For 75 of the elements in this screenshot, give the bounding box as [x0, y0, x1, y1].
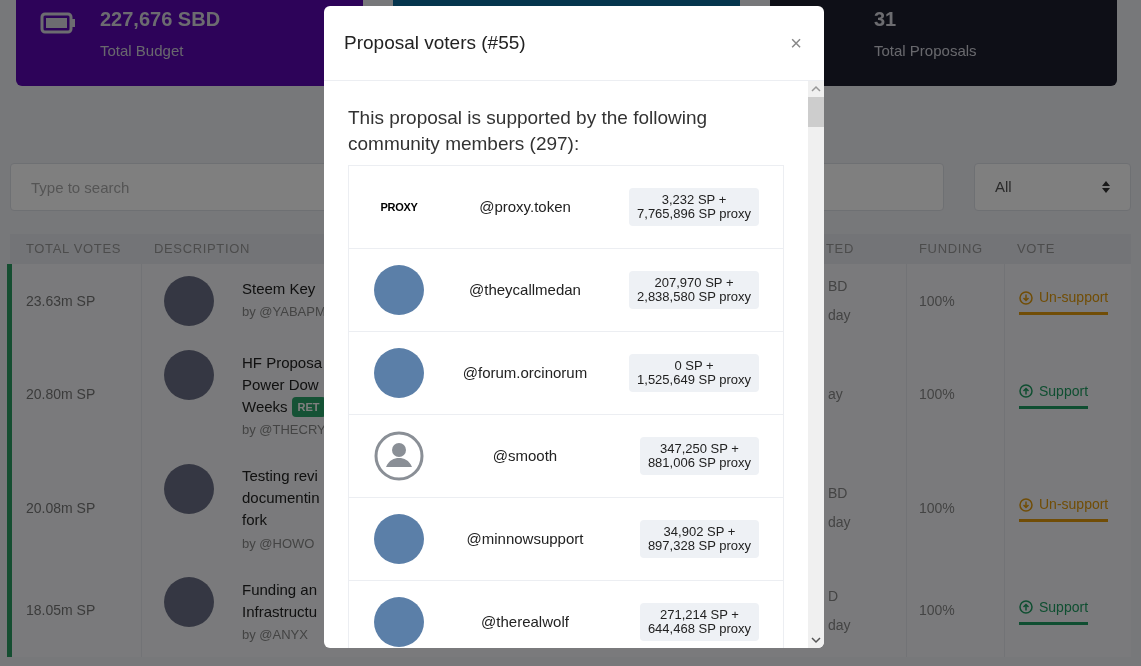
- avatar-photo-placeholder: [374, 265, 424, 315]
- proposal-title: Weeks: [242, 396, 288, 417]
- proposal-title: HF Proposa: [242, 352, 323, 373]
- sort-caret-icon: [1102, 181, 1110, 193]
- status-badge: RET: [291, 396, 326, 418]
- avatar-photo-placeholder: [374, 514, 424, 564]
- down-arrow-circle-icon: [1019, 497, 1033, 512]
- avatar-photo-placeholder: [374, 348, 424, 398]
- funding-value: 100%: [919, 601, 955, 621]
- up-arrow-circle-icon: [1019, 384, 1033, 399]
- proposal-author: by @YABAPM: [242, 303, 326, 321]
- filter-select[interactable]: All: [974, 163, 1131, 211]
- own-stake: 347,250 SP +: [659, 442, 739, 456]
- voter-name[interactable]: @theycallmedan: [469, 278, 581, 302]
- avatar-photo-placeholder: [164, 463, 214, 514]
- close-button[interactable]: ×: [788, 28, 804, 58]
- proxy-stake: 1,525,649 SP proxy: [637, 373, 751, 387]
- proposal-title: Infrastructu: [242, 601, 318, 622]
- proposal-title: Steem Key: [242, 278, 316, 299]
- proposal-author: by @THECRY: [242, 421, 326, 439]
- voter-name[interactable]: @proxy.token: [479, 195, 571, 219]
- proxy-stake: 2,838,580 SP proxy: [637, 290, 751, 304]
- funding-value: 100%: [919, 385, 955, 405]
- proposal-author: by @ANYX: [242, 626, 309, 644]
- daily-pay-text: day: [828, 513, 852, 533]
- proposal-title: Power Dow: [242, 374, 319, 395]
- scrollbar[interactable]: [808, 81, 824, 648]
- stat-value: 31: [874, 7, 898, 32]
- proposal-title: Testing revi: [242, 466, 318, 487]
- stat-label: Total Budget: [100, 41, 185, 61]
- avatar-photo-placeholder: [164, 276, 214, 326]
- proxy-stake: 644,468 SP proxy: [647, 622, 751, 636]
- funding-value: 100%: [919, 291, 955, 311]
- up-arrow-circle-icon: [1019, 600, 1033, 615]
- daily-pay-text: day: [828, 306, 852, 325]
- proposal-title: fork: [242, 510, 267, 531]
- down-arrow-circle-icon: [1019, 290, 1033, 305]
- user-silhouette-icon: [374, 431, 424, 481]
- daily-pay-text: BD: [828, 277, 849, 296]
- daily-pay-text: day: [828, 615, 852, 635]
- proxy-stake: 881,006 SP proxy: [647, 456, 751, 470]
- battery-icon: [40, 12, 76, 34]
- avatar-photo-placeholder: [164, 350, 214, 400]
- voter-name[interactable]: @smooth: [492, 444, 558, 468]
- proxy-stake: 7,765,896 SP proxy: [637, 207, 751, 221]
- scroll-thumb[interactable]: [808, 97, 824, 127]
- total-votes: 20.80m SP: [26, 385, 96, 405]
- logo-text: PROXY: [380, 199, 418, 215]
- own-stake: 3,232 SP +: [661, 193, 727, 207]
- own-stake: 271,214 SP +: [659, 608, 739, 622]
- scroll-down-icon: [811, 635, 821, 645]
- total-votes: 23.63m SP: [26, 291, 96, 311]
- daily-pay-text: BD: [828, 484, 849, 504]
- voter-name[interactable]: @minnowsupport: [466, 527, 584, 551]
- total-votes: 20.08m SP: [26, 498, 96, 518]
- proposal-author: by @HOWO: [242, 534, 316, 553]
- own-stake: 207,970 SP +: [654, 276, 734, 290]
- funding-value: 100%: [919, 498, 955, 518]
- scroll-up-icon: [811, 84, 821, 94]
- proposal-title: Funding an: [242, 579, 318, 600]
- avatar-photo-placeholder: [164, 577, 214, 627]
- own-stake: 34,902 SP +: [663, 525, 736, 539]
- own-stake: 0 SP +: [674, 359, 714, 373]
- intro-text: This proposal is supported by the following community members (297):: [348, 106, 709, 156]
- total-votes: 18.05m SP: [26, 601, 96, 621]
- daily-pay-text: D: [828, 586, 840, 606]
- proxy-stake: 897,328 SP proxy: [647, 539, 751, 553]
- stat-value: 227,676 SBD: [100, 7, 221, 32]
- voter-name[interactable]: @forum.orcinorum: [462, 361, 588, 385]
- avatar-photo-placeholder: [374, 597, 424, 647]
- proposal-title: documentin: [242, 488, 320, 509]
- modal-title: Proposal voters (#55): [344, 30, 526, 55]
- daily-pay-text: ay: [828, 385, 844, 405]
- stat-label: Total Proposals: [874, 41, 977, 61]
- voter-name[interactable]: @therealwolf: [481, 610, 569, 634]
